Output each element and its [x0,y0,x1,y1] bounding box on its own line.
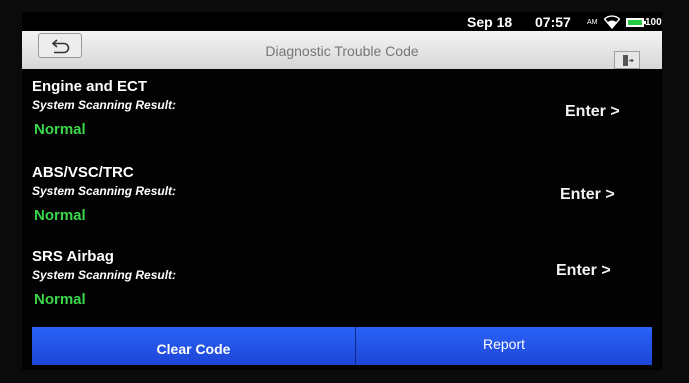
clear-code-button[interactable]: Clear Code [32,327,355,365]
status-ampm: AM [587,19,598,26]
action-bar: Clear Code Report [32,327,652,365]
battery-percent: 100% [645,17,662,28]
system-status: Normal [34,291,86,308]
title-bar: Diagnostic Trouble Code [22,31,662,69]
page-title: Diagnostic Trouble Code [265,43,419,59]
system-item-abs: ABS/VSC/TRC System Scanning Result: Norm… [22,164,662,244]
system-item-engine: Engine and ECT System Scanning Result: N… [22,78,662,158]
system-item-srs: SRS Airbag System Scanning Result: Norma… [22,248,662,328]
status-date: Sep 18 [467,14,513,30]
status-time: 07:57 [535,14,571,30]
system-result-label: System Scanning Result: [32,268,177,282]
battery-icon [626,18,646,27]
battery-fill [628,20,642,25]
system-name: Engine and ECT [32,78,148,95]
enter-button-abs[interactable]: Enter > [560,186,615,204]
enter-button-engine[interactable]: Enter > [565,103,620,121]
enter-button-srs[interactable]: Enter > [556,262,611,280]
device-screen: Sep 18 07:57 AM 100% Diagnostic Trouble … [22,12,662,370]
system-status: Normal [34,207,86,224]
report-button[interactable]: Report [356,327,652,365]
status-bar: Sep 18 07:57 AM 100% [22,12,662,32]
system-result-label: System Scanning Result: [32,184,177,198]
system-name: SRS Airbag [32,248,114,265]
exit-button[interactable] [614,51,640,69]
system-name: ABS/VSC/TRC [32,164,134,181]
wifi-icon [604,15,620,29]
system-status: Normal [34,121,86,138]
system-result-label: System Scanning Result: [32,98,177,112]
exit-door-icon [623,55,634,66]
